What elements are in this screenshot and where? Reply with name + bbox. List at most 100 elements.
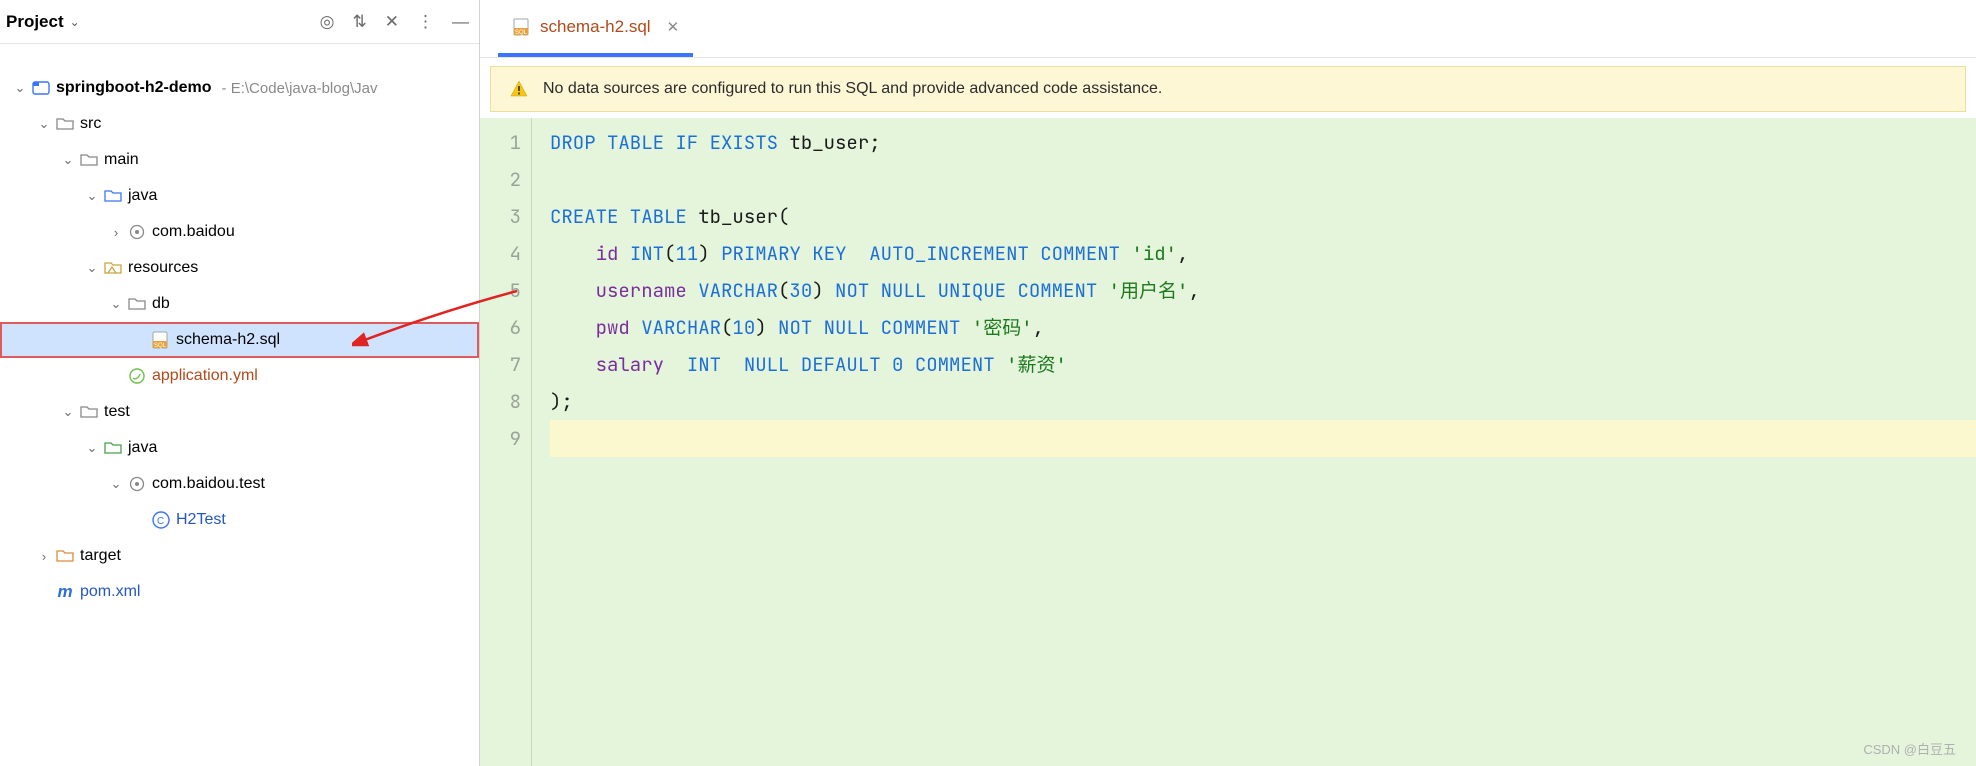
- tree-label: target: [80, 547, 121, 565]
- editor-tabbar: SQL schema-h2.sql ✕: [480, 0, 1976, 58]
- watermark: CSDN @白豆五: [1863, 739, 1956, 758]
- tree-item-db[interactable]: ⌄ db: [0, 286, 479, 322]
- sidebar-actions: ◎ ⇅ ✕ ⋮ —: [320, 12, 469, 32]
- toggle-icon[interactable]: ⌄: [82, 440, 102, 456]
- warning-icon: [509, 79, 529, 99]
- code-line-current: [550, 420, 1976, 457]
- line-number: 9: [480, 420, 521, 457]
- folder-icon: [126, 295, 148, 313]
- tree-item-src[interactable]: ⌄ src: [0, 106, 479, 142]
- line-number: 8: [480, 383, 521, 420]
- tree-label: com.baidou: [152, 223, 235, 241]
- code-editor[interactable]: 1 2 3 4 5 6 7 8 9 DROP TABLE IF EXISTS t…: [480, 118, 1976, 766]
- tree-label: src: [80, 115, 101, 133]
- more-icon[interactable]: ⋮: [417, 12, 434, 32]
- tree-label: resources: [128, 259, 198, 277]
- toggle-icon[interactable]: ›: [34, 549, 54, 564]
- hide-icon[interactable]: —: [452, 12, 469, 32]
- editor-pane: SQL schema-h2.sql ✕ No data sources are …: [480, 0, 1976, 766]
- folder-icon: [54, 115, 76, 133]
- toggle-icon[interactable]: ⌄: [58, 152, 78, 168]
- sql-file-icon: SQL: [150, 331, 172, 349]
- tree-item-h2test[interactable]: C H2Test: [0, 502, 479, 538]
- code-line: username VARCHAR(30) NOT NULL UNIQUE COM…: [550, 272, 1976, 309]
- editor-tab[interactable]: SQL schema-h2.sql ✕: [498, 0, 693, 57]
- class-icon: C: [150, 511, 172, 529]
- module-icon: [30, 79, 52, 97]
- line-number: 2: [480, 161, 521, 198]
- maven-icon: m: [54, 582, 76, 602]
- code-line: id INT(11) PRIMARY KEY AUTO_INCREMENT CO…: [550, 235, 1976, 272]
- line-gutter: 1 2 3 4 5 6 7 8 9: [480, 118, 532, 766]
- tree-item-pkg-test[interactable]: ⌄ com.baidou.test: [0, 466, 479, 502]
- project-tree[interactable]: ⌄ springboot-h2-demo - E:\Code\java-blog…: [0, 44, 479, 766]
- collapse-all-icon[interactable]: ✕: [385, 12, 399, 32]
- sql-file-icon: SQL: [512, 18, 532, 36]
- code-area[interactable]: DROP TABLE IF EXISTS tb_user; CREATE TAB…: [532, 118, 1976, 766]
- test-source-folder-icon: [102, 439, 124, 457]
- tree-path-hint: - E:\Code\java-blog\Jav: [222, 80, 378, 97]
- tree-item-resources[interactable]: ⌄ resources: [0, 250, 479, 286]
- tree-item-pom[interactable]: m pom.xml: [0, 574, 479, 610]
- excluded-folder-icon: [54, 547, 76, 565]
- svg-text:C: C: [157, 516, 164, 527]
- tree-item-target[interactable]: › target: [0, 538, 479, 574]
- line-number: 3: [480, 198, 521, 235]
- tree-item-java-test[interactable]: ⌄ java: [0, 430, 479, 466]
- tree-label: H2Test: [176, 511, 226, 529]
- svg-text:SQL: SQL: [154, 343, 167, 349]
- chevron-down-icon[interactable]: ⌄: [70, 15, 80, 29]
- tree-root[interactable]: ⌄ springboot-h2-demo - E:\Code\java-blog…: [0, 70, 479, 106]
- tree-item-schema-sql[interactable]: SQL schema-h2.sql: [0, 322, 479, 358]
- line-number: 1: [480, 124, 521, 161]
- select-opened-file-icon[interactable]: ◎: [320, 12, 335, 32]
- sidebar-header: Project ⌄ ◎ ⇅ ✕ ⋮ —: [0, 0, 479, 44]
- code-line: [550, 161, 1976, 198]
- resources-folder-icon: [102, 259, 124, 277]
- line-number: 5: [480, 272, 521, 309]
- warning-banner[interactable]: No data sources are configured to run th…: [490, 66, 1966, 112]
- tree-label: main: [104, 151, 139, 169]
- code-line: );: [550, 383, 1976, 420]
- tree-label: pom.xml: [80, 583, 140, 601]
- sidebar-title[interactable]: Project: [6, 12, 64, 32]
- tree-item-test[interactable]: ⌄ test: [0, 394, 479, 430]
- tree-label: schema-h2.sql: [176, 331, 280, 349]
- folder-icon: [78, 403, 100, 421]
- line-number: 6: [480, 309, 521, 346]
- tree-label: com.baidou.test: [152, 475, 265, 493]
- toggle-icon[interactable]: ⌄: [10, 80, 30, 96]
- line-number: 7: [480, 346, 521, 383]
- toggle-icon[interactable]: ⌄: [82, 260, 102, 276]
- expand-all-icon[interactable]: ⇅: [353, 12, 367, 32]
- tree-label: java: [128, 187, 157, 205]
- tree-label: db: [152, 295, 170, 313]
- line-number: 4: [480, 235, 521, 272]
- code-line: CREATE TABLE tb_user(: [550, 198, 1976, 235]
- package-icon: [126, 475, 148, 493]
- code-line: pwd VARCHAR(10) NOT NULL COMMENT '密码',: [550, 309, 1976, 346]
- code-line: DROP TABLE IF EXISTS tb_user;: [550, 124, 1976, 161]
- toggle-icon[interactable]: ›: [106, 225, 126, 240]
- tree-item-pkg-main[interactable]: › com.baidou: [0, 214, 479, 250]
- toggle-icon[interactable]: ⌄: [34, 116, 54, 132]
- svg-text:SQL: SQL: [515, 30, 528, 36]
- tree-label: springboot-h2-demo: [56, 79, 212, 97]
- source-folder-icon: [102, 187, 124, 205]
- tree-label: test: [104, 403, 130, 421]
- close-icon[interactable]: ✕: [667, 18, 680, 36]
- toggle-icon[interactable]: ⌄: [106, 296, 126, 312]
- spring-config-icon: [126, 367, 148, 385]
- toggle-icon[interactable]: ⌄: [82, 188, 102, 204]
- tree-item-main[interactable]: ⌄ main: [0, 142, 479, 178]
- tree-item-appyml[interactable]: application.yml: [0, 358, 479, 394]
- tree-label: application.yml: [152, 367, 258, 385]
- folder-icon: [78, 151, 100, 169]
- code-line: salary INT NULL DEFAULT 0 COMMENT '薪资': [550, 346, 1976, 383]
- project-sidebar: Project ⌄ ◎ ⇅ ✕ ⋮ — ⌄ springboot-h2-demo…: [0, 0, 480, 766]
- toggle-icon[interactable]: ⌄: [58, 404, 78, 420]
- tree-label: java: [128, 439, 157, 457]
- tree-item-java-main[interactable]: ⌄ java: [0, 178, 479, 214]
- toggle-icon[interactable]: ⌄: [106, 476, 126, 492]
- tab-filename: schema-h2.sql: [540, 17, 651, 37]
